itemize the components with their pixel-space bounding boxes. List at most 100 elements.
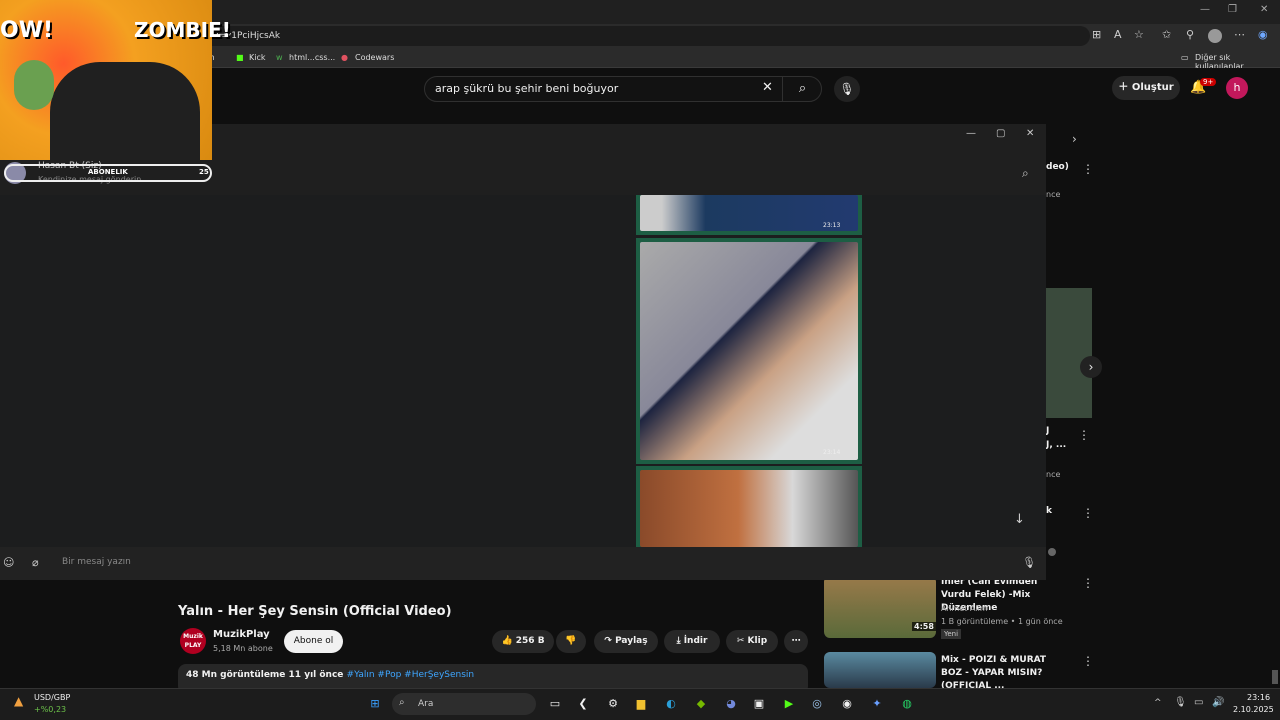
dislike-button[interactable]: 👎 [556, 630, 586, 653]
search-icon[interactable]: ⌕ [782, 76, 822, 102]
extensions-icon[interactable]: ⚲ [1186, 28, 1194, 41]
rec2-title-b[interactable]: J, ... [1046, 440, 1066, 450]
steam-icon[interactable]: ◎ [808, 695, 826, 713]
scrollbar[interactable] [1272, 670, 1278, 684]
hashtags[interactable]: #Yalın #Pop #HerŞeySensin [347, 670, 475, 680]
more-options-icon[interactable]: ⋮ [1082, 576, 1094, 590]
windows-start-icon[interactable]: ⊞ [366, 695, 384, 713]
clock-time[interactable]: 23:16 [1247, 693, 1270, 702]
chevron-up-icon[interactable]: ^ [1154, 698, 1162, 708]
photo-message[interactable] [636, 238, 862, 464]
discord-icon[interactable]: ◕ [722, 695, 740, 713]
zombie-figure [14, 60, 54, 110]
rec1-title[interactable]: deo) [1046, 162, 1069, 172]
minimize-icon[interactable]: — [966, 128, 976, 139]
subscribe-button[interactable]: Abone ol [284, 630, 343, 653]
profile-icon[interactable] [1208, 29, 1222, 43]
more-options-icon[interactable]: ⋮ [1082, 506, 1094, 520]
clip-label: Klip [747, 636, 768, 646]
more-options-icon[interactable]: ⋮ [1082, 654, 1094, 668]
taskbar-search[interactable]: Ara [392, 693, 536, 715]
avatar[interactable]: h [1226, 77, 1248, 99]
whatsapp-icon[interactable]: ◍ [898, 695, 916, 713]
bookmark-kick[interactable]: Kick [249, 53, 266, 62]
share-button[interactable]: ↷ Paylaş [594, 630, 658, 653]
new-badge: Yeni [941, 629, 962, 639]
clock-date[interactable]: 2.10.2025 [1233, 705, 1274, 714]
edge-icon[interactable]: ◐ [662, 695, 680, 713]
copilot-icon[interactable]: ◉ [1258, 28, 1268, 41]
app-icon[interactable]: ✦ [868, 695, 886, 713]
ticker-name[interactable]: USD/GBP [34, 693, 70, 702]
rec3-title[interactable]: k [1046, 506, 1052, 516]
file-explorer-icon[interactable]: ▆ [632, 695, 650, 713]
more-options-icon[interactable]: ⋮ [1078, 428, 1090, 442]
search-icon[interactable]: ⌕ [1022, 166, 1029, 181]
badge-dot [1048, 548, 1056, 556]
mic-icon[interactable]: 🎙 [1174, 697, 1187, 708]
favorite-star-icon[interactable]: ☆ [1134, 28, 1144, 41]
app-icon[interactable]: ❮ [574, 695, 592, 713]
thumbs-down-icon: 👎 [565, 636, 577, 646]
banner-text: OW! [0, 18, 54, 43]
chevron-right-icon[interactable]: › [1080, 356, 1102, 378]
app-available-icon[interactable]: ⊞ [1092, 28, 1101, 41]
rec2-thumbnail[interactable] [1046, 288, 1092, 418]
emoji-icon[interactable]: ☺ [3, 556, 14, 569]
plus-icon: ＋ [1118, 82, 1132, 93]
goal-label: ABONELIK [88, 168, 128, 176]
kick-icon[interactable]: ▶ [780, 695, 798, 713]
clear-search-icon[interactable]: ✕ [762, 80, 773, 95]
close-icon[interactable]: ✕ [1026, 128, 1034, 139]
rec5-thumbnail[interactable] [824, 652, 936, 688]
clip-button[interactable]: ✂ Klip [726, 630, 778, 653]
bookmark-codewars[interactable]: Codewars [355, 53, 394, 62]
create-button[interactable]: ＋ Oluştur [1112, 76, 1180, 100]
chevron-right-icon[interactable]: › [1072, 132, 1077, 146]
codewars-icon: ● [341, 53, 348, 62]
address-bar[interactable]: /v=v1PciHjcsAk [200, 26, 1090, 46]
app-icon[interactable]: ▣ [750, 695, 768, 713]
channel-name[interactable]: MuzikPlay [213, 629, 270, 640]
obs-icon[interactable]: ◉ [838, 695, 856, 713]
stocks-icon: ▲ [14, 694, 24, 708]
rec4-duration: 4:58 [912, 622, 936, 631]
photo-message[interactable] [636, 466, 862, 547]
minimize-icon[interactable]: — [1200, 4, 1210, 15]
rec4-meta: 1 B görüntüleme • 1 gün önce [941, 617, 1063, 626]
folder-icon: ▭ [1181, 53, 1189, 62]
task-view-icon[interactable]: ▭ [546, 695, 564, 713]
notification-badge: 9+ [1200, 78, 1217, 86]
download-icon: ⤓ [676, 636, 684, 646]
mic-icon[interactable]: 🎙 [834, 76, 860, 102]
close-icon[interactable]: ✕ [1260, 4, 1268, 15]
attach-icon[interactable]: ⌀ [32, 556, 39, 569]
more-menu-icon[interactable]: ⋯ [1234, 28, 1245, 41]
bookmark-html-css[interactable]: html...css... [289, 53, 335, 62]
more-options-icon[interactable]: ⋮ [1082, 162, 1094, 176]
chatgpt-icon[interactable]: ⚙ [604, 695, 622, 713]
kick-icon: ■ [236, 53, 244, 62]
nvidia-icon[interactable]: ◆ [692, 695, 710, 713]
maximize-icon[interactable]: ▢ [996, 128, 1005, 139]
mic-icon[interactable]: 🎙 [1022, 556, 1036, 569]
rec2-meta: nce [1046, 470, 1061, 479]
taskbar-search-label: Ara [418, 699, 434, 709]
channel-logo[interactable]: Muzik PLAY [180, 628, 206, 654]
bookmark-icon: w [276, 53, 283, 62]
network-icon[interactable]: ▭ [1194, 697, 1203, 708]
photo-message[interactable] [636, 195, 862, 235]
message-input[interactable]: Bir mesaj yazın [62, 557, 131, 567]
maximize-icon[interactable]: ❐ [1228, 4, 1237, 15]
more-actions-button[interactable]: ⋯ [784, 630, 808, 653]
like-button[interactable]: 👍 256 B [492, 630, 554, 653]
scroll-down-icon[interactable]: ↓ [1014, 512, 1025, 527]
favorites-icon[interactable]: ✩ [1162, 28, 1171, 41]
goal-count: 25 [199, 168, 209, 176]
rec2-title-a[interactable]: J [1046, 426, 1049, 436]
read-aloud-icon[interactable]: A [1114, 28, 1122, 41]
rec1-meta: nce [1046, 190, 1061, 199]
download-button[interactable]: ⤓ İndir [664, 630, 720, 653]
rec4-channel[interactable]: Ahmet Alim [941, 604, 988, 613]
volume-icon[interactable]: 🔊 [1212, 697, 1224, 708]
